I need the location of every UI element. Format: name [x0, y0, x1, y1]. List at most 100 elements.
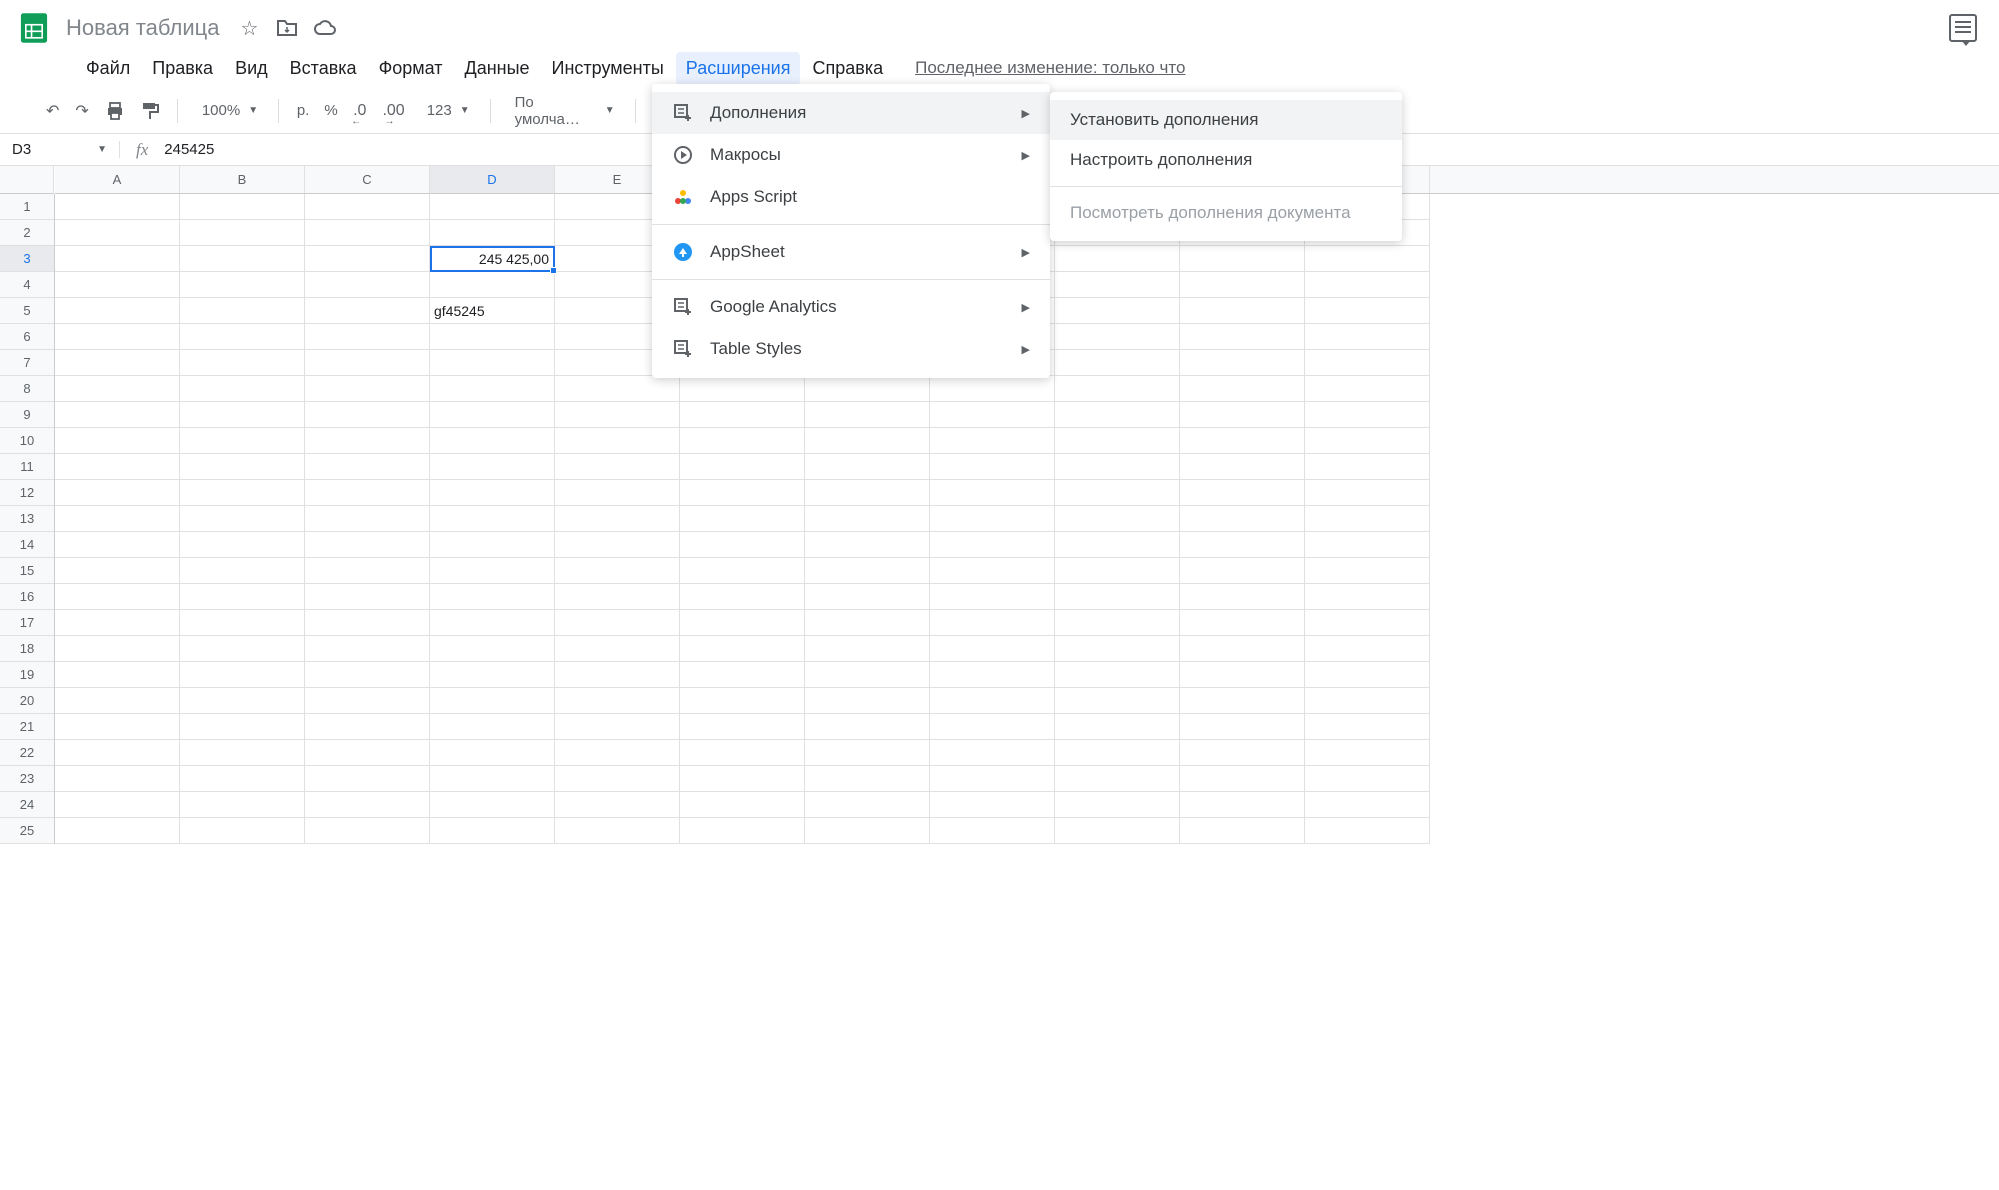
cell-C2[interactable]	[305, 220, 430, 246]
cell-H10[interactable]	[930, 428, 1055, 454]
row-header-13[interactable]: 13	[0, 506, 54, 532]
cell-D12[interactable]	[430, 480, 555, 506]
cell-E23[interactable]	[555, 766, 680, 792]
cell-A7[interactable]	[55, 350, 180, 376]
cell-H8[interactable]	[930, 376, 1055, 402]
cell-A21[interactable]	[55, 714, 180, 740]
cell-F21[interactable]	[680, 714, 805, 740]
cell-D20[interactable]	[430, 688, 555, 714]
cell-H9[interactable]	[930, 402, 1055, 428]
percent-button[interactable]: %	[319, 102, 343, 119]
cell-H20[interactable]	[930, 688, 1055, 714]
cell-G20[interactable]	[805, 688, 930, 714]
cell-J5[interactable]	[1180, 298, 1305, 324]
menu-данные[interactable]: Данные	[455, 52, 540, 85]
cell-D9[interactable]	[430, 402, 555, 428]
menu-вставка[interactable]: Вставка	[280, 52, 367, 85]
cell-A14[interactable]	[55, 532, 180, 558]
cell-I5[interactable]	[1055, 298, 1180, 324]
cell-J8[interactable]	[1180, 376, 1305, 402]
cell-F16[interactable]	[680, 584, 805, 610]
cell-I17[interactable]	[1055, 610, 1180, 636]
row-header-4[interactable]: 4	[0, 272, 54, 298]
cell-D21[interactable]	[430, 714, 555, 740]
col-header-D[interactable]: D	[430, 166, 555, 193]
row-header-25[interactable]: 25	[0, 818, 54, 844]
cell-J18[interactable]	[1180, 636, 1305, 662]
row-header-10[interactable]: 10	[0, 428, 54, 454]
row-header-21[interactable]: 21	[0, 714, 54, 740]
cell-I14[interactable]	[1055, 532, 1180, 558]
cell-E20[interactable]	[555, 688, 680, 714]
cell-C6[interactable]	[305, 324, 430, 350]
cell-G8[interactable]	[805, 376, 930, 402]
cell-G25[interactable]	[805, 818, 930, 844]
cell-K10[interactable]	[1305, 428, 1430, 454]
cell-C12[interactable]	[305, 480, 430, 506]
cell-I9[interactable]	[1055, 402, 1180, 428]
cell-A2[interactable]	[55, 220, 180, 246]
cell-J25[interactable]	[1180, 818, 1305, 844]
cell-H11[interactable]	[930, 454, 1055, 480]
cell-F25[interactable]	[680, 818, 805, 844]
cell-A4[interactable]	[55, 272, 180, 298]
cell-A24[interactable]	[55, 792, 180, 818]
cell-C10[interactable]	[305, 428, 430, 454]
cell-A6[interactable]	[55, 324, 180, 350]
cell-D10[interactable]	[430, 428, 555, 454]
cell-G13[interactable]	[805, 506, 930, 532]
cell-D24[interactable]	[430, 792, 555, 818]
cell-K15[interactable]	[1305, 558, 1430, 584]
cell-J21[interactable]	[1180, 714, 1305, 740]
cell-C7[interactable]	[305, 350, 430, 376]
menu-файл[interactable]: Файл	[76, 52, 140, 85]
row-header-23[interactable]: 23	[0, 766, 54, 792]
cell-I25[interactable]	[1055, 818, 1180, 844]
print-button[interactable]	[99, 97, 131, 125]
cell-B3[interactable]	[180, 246, 305, 272]
cell-D6[interactable]	[430, 324, 555, 350]
cell-E17[interactable]	[555, 610, 680, 636]
cell-F10[interactable]	[680, 428, 805, 454]
menu-инструменты[interactable]: Инструменты	[542, 52, 674, 85]
row-header-12[interactable]: 12	[0, 480, 54, 506]
cell-K14[interactable]	[1305, 532, 1430, 558]
cell-E12[interactable]	[555, 480, 680, 506]
select-all-corner[interactable]	[0, 166, 54, 194]
cell-I23[interactable]	[1055, 766, 1180, 792]
row-header-8[interactable]: 8	[0, 376, 54, 402]
undo-button[interactable]: ↶	[40, 97, 65, 125]
cell-H13[interactable]	[930, 506, 1055, 532]
cell-G24[interactable]	[805, 792, 930, 818]
cell-K22[interactable]	[1305, 740, 1430, 766]
cell-E25[interactable]	[555, 818, 680, 844]
cell-A11[interactable]	[55, 454, 180, 480]
document-title[interactable]: Новая таблица	[66, 15, 219, 41]
cell-E11[interactable]	[555, 454, 680, 480]
cell-I18[interactable]	[1055, 636, 1180, 662]
ext-menu-item[interactable]: Apps Script	[652, 176, 1050, 218]
cell-K24[interactable]	[1305, 792, 1430, 818]
cell-A3[interactable]	[55, 246, 180, 272]
cell-J3[interactable]	[1180, 246, 1305, 272]
cell-I10[interactable]	[1055, 428, 1180, 454]
cell-G12[interactable]	[805, 480, 930, 506]
cell-B16[interactable]	[180, 584, 305, 610]
comments-icon[interactable]	[1949, 14, 1977, 42]
cell-H14[interactable]	[930, 532, 1055, 558]
more-formats-dropdown[interactable]: 123▼	[415, 98, 478, 123]
currency-button[interactable]: р.	[291, 102, 315, 119]
cell-C14[interactable]	[305, 532, 430, 558]
cell-A23[interactable]	[55, 766, 180, 792]
cell-F23[interactable]	[680, 766, 805, 792]
cell-J24[interactable]	[1180, 792, 1305, 818]
cell-H21[interactable]	[930, 714, 1055, 740]
cell-C13[interactable]	[305, 506, 430, 532]
cell-J9[interactable]	[1180, 402, 1305, 428]
cell-E15[interactable]	[555, 558, 680, 584]
cell-J10[interactable]	[1180, 428, 1305, 454]
cell-B20[interactable]	[180, 688, 305, 714]
cell-H23[interactable]	[930, 766, 1055, 792]
cell-K7[interactable]	[1305, 350, 1430, 376]
cell-F17[interactable]	[680, 610, 805, 636]
